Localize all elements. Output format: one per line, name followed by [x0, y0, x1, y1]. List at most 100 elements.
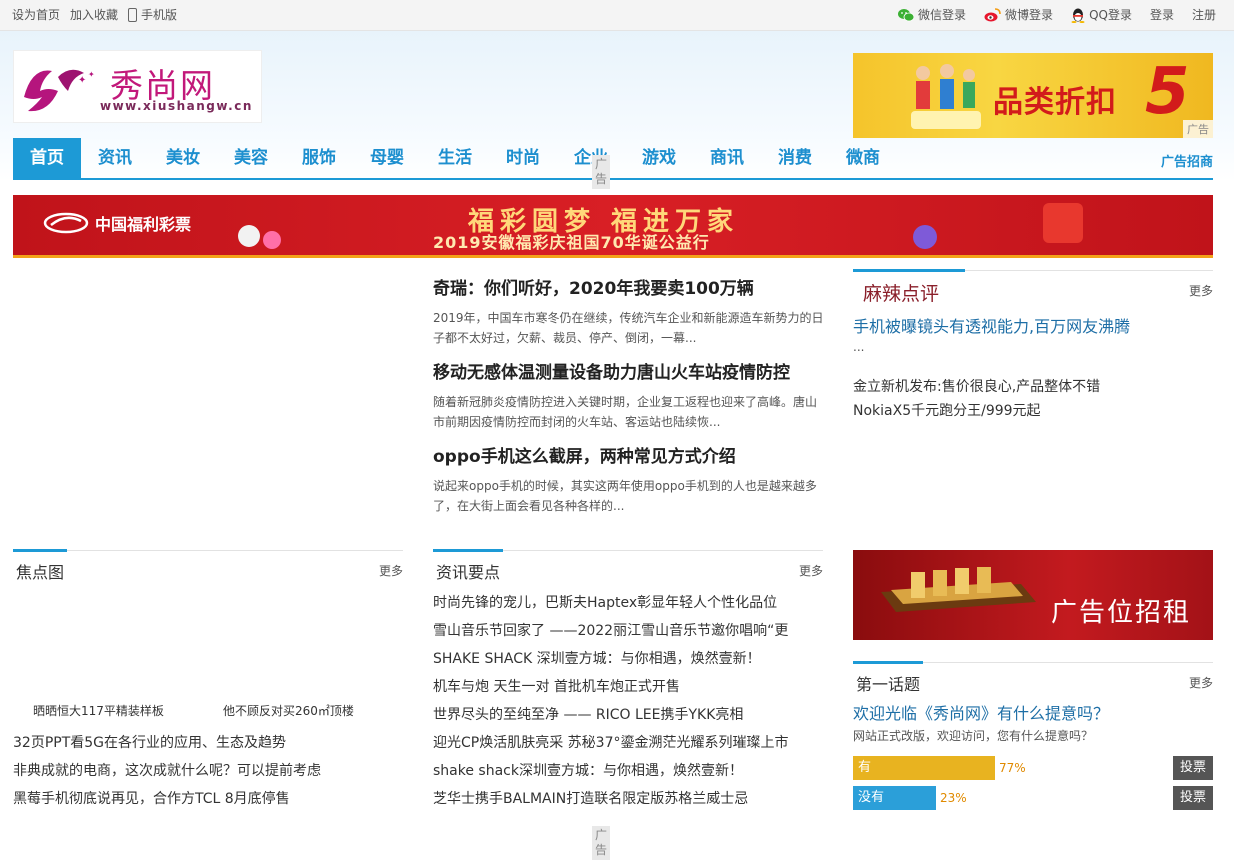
- poll-option-percent: 77%: [999, 761, 1026, 775]
- floating-ad-tag-bottom[interactable]: 广告: [592, 826, 610, 860]
- nav-games[interactable]: 游戏: [625, 138, 693, 178]
- nav-business[interactable]: 商讯: [693, 138, 761, 178]
- logo-url: www.xiushangw.cn: [100, 99, 253, 113]
- review-more-link[interactable]: 更多: [1189, 282, 1213, 299]
- nav-clothing[interactable]: 服饰: [285, 138, 353, 178]
- focus-caption[interactable]: 他不顾反对买260㎡顶楼: [223, 702, 354, 719]
- info-title: 资讯要点: [436, 563, 501, 582]
- nav-news[interactable]: 资讯: [81, 138, 149, 178]
- lottery-ball-icon: [913, 225, 937, 249]
- lottery-logo-icon: [43, 212, 89, 234]
- review-headline[interactable]: 手机被曝镜头有透视能力,百万网友沸腾: [853, 313, 1130, 337]
- floating-ad-tag[interactable]: 广告: [592, 155, 610, 189]
- nav-life[interactable]: 生活: [421, 138, 489, 178]
- focus-caption[interactable]: 晒晒恒大117平精装样板: [33, 702, 164, 719]
- vote-button[interactable]: 投票: [1173, 756, 1213, 780]
- mobile-link-label: 手机版: [141, 8, 178, 22]
- info-link[interactable]: 迎光CP焕活肌肤亮采 苏秘37°鎏金溯茫光耀系列璀璨上市: [433, 732, 823, 752]
- news-title[interactable]: 奇瑞：你们听好，2020年我要卖100万辆: [433, 278, 825, 300]
- review-link[interactable]: NokiaX5千元跑分王/999元起: [853, 400, 1213, 420]
- login-link[interactable]: 登录: [1150, 6, 1174, 23]
- ad-people-illustration: [911, 64, 981, 129]
- news-summary: 2019年，中国车市寒冬仍在继续，传统汽车企业和新能源造车新势力的日子都不太好过…: [433, 311, 824, 345]
- weibo-icon: [984, 7, 1001, 21]
- nav-home[interactable]: 首页: [13, 138, 81, 178]
- focus-link[interactable]: 非典成就的电商，这次成就什么呢？可以提前考虑: [13, 760, 403, 780]
- ad-space-banner[interactable]: 广告位招租: [853, 550, 1213, 640]
- lottery-ball-icon: [238, 225, 260, 247]
- wechat-login-label: 微信登录: [918, 8, 967, 22]
- vote-button[interactable]: 投票: [1173, 786, 1213, 810]
- lottery-ball-icon: [263, 231, 281, 249]
- nav-maternal[interactable]: 母婴: [353, 138, 421, 178]
- info-link[interactable]: 雪山音乐节回家了 ——2022丽江雪山音乐节邀你唱响“更: [433, 620, 823, 640]
- phone-icon: [128, 7, 138, 22]
- svg-text:✦: ✦: [88, 70, 95, 79]
- nav-consumer[interactable]: 消费: [761, 138, 829, 178]
- top-bar-right: 微信登录 微博登录 QQ登录 登录 注册: [898, 6, 1216, 23]
- review-ellipsis: ...: [853, 340, 865, 354]
- info-link[interactable]: 时尚先锋的宠儿，巴斯夫Haptex彰显年轻人个性化品位: [433, 592, 823, 612]
- top-ad-number: 5: [1145, 55, 1190, 129]
- poll-more-link[interactable]: 更多: [1189, 674, 1213, 691]
- gold-box-illustration: [881, 567, 1036, 612]
- focus-section-header: 焦点图 更多: [13, 549, 403, 582]
- ad-space-text: 广告位招租: [1050, 598, 1191, 628]
- section-accent-bar: [853, 269, 965, 272]
- register-link[interactable]: 注册: [1192, 6, 1216, 23]
- news-article: 奇瑞：你们听好，2020年我要卖100万辆 2019年，中国车市寒冬仍在继续，传…: [433, 278, 825, 348]
- nav-makeup[interactable]: 美妆: [149, 138, 217, 178]
- main-nav: 首页 资讯 美妆 美容 服饰 母婴 生活 时尚 企业 游戏 商讯 消费 微商 广…: [13, 138, 1213, 180]
- nav-fashion[interactable]: 时尚: [489, 138, 557, 178]
- top-bar-left: 设为首页 加入收藏 手机版: [12, 6, 177, 23]
- mobile-link[interactable]: 手机版: [128, 6, 177, 23]
- news-title[interactable]: oppo手机这么截屏，两种常见方式介绍: [433, 446, 825, 468]
- qq-login-link[interactable]: QQ登录: [1071, 6, 1132, 23]
- lottery-logo-text: 中国福利彩票: [95, 215, 192, 234]
- focus-link[interactable]: 32页PPT看5G在各行业的应用、生态及趋势: [13, 732, 403, 752]
- poll-section-header: 第一话题 更多: [853, 661, 1213, 694]
- nav-enterprise[interactable]: 企业: [557, 138, 625, 178]
- review-title: 麻辣点评: [863, 283, 940, 305]
- info-more-link[interactable]: 更多: [799, 562, 823, 579]
- news-title[interactable]: 移动无感体温测量设备助力唐山火车站疫情防控: [433, 362, 825, 384]
- wechat-icon: [898, 8, 915, 21]
- nav-beauty[interactable]: 美容: [217, 138, 285, 178]
- gift-box-icon: [1043, 203, 1083, 243]
- info-link[interactable]: 机车与炮 天生一对 首批机车炮正式开售: [433, 676, 823, 696]
- qq-penguin-icon: [1071, 8, 1085, 23]
- set-homepage-link[interactable]: 设为首页: [12, 6, 60, 23]
- svg-text:✦: ✦: [78, 75, 86, 86]
- headline-news: 奇瑞：你们听好，2020年我要卖100万辆 2019年，中国车市寒冬仍在继续，传…: [433, 278, 825, 530]
- info-link[interactable]: 世界尽头的至纯至净 —— RICO LEE携手YKK亮相: [433, 704, 823, 724]
- news-article: 移动无感体温测量设备助力唐山火车站疫情防控 随着新冠肺炎疫情防控进入关键时期，企…: [433, 362, 825, 432]
- section-accent-bar: [853, 661, 923, 664]
- site-logo[interactable]: ✦ ✦ 秀尚网 www.xiushangw.cn: [13, 50, 262, 123]
- top-ad-slogan: 品类折扣: [993, 85, 1117, 120]
- news-summary: 随着新冠肺炎疫情防控进入关键时期，企业复工返程也迎来了高峰。唐山市前期因疫情防控…: [433, 395, 818, 429]
- wechat-login-link[interactable]: 微信登录: [898, 6, 966, 23]
- poll-question[interactable]: 欢迎光临《秀尚网》有什么提意吗？: [853, 700, 1109, 724]
- add-favorite-link[interactable]: 加入收藏: [70, 6, 118, 23]
- logo-mark-icon: ✦ ✦: [24, 69, 95, 112]
- top-banner-ad[interactable]: 品类折扣 5 广告: [853, 53, 1213, 138]
- focus-more-link[interactable]: 更多: [379, 562, 403, 579]
- weibo-login-label: 微博登录: [1005, 8, 1054, 22]
- focus-link[interactable]: 黑莓手机彻底说再见，合作方TCL 8月底停售: [13, 788, 403, 808]
- top-ad-tag: 广告: [1183, 120, 1213, 138]
- section-accent-bar: [13, 549, 67, 552]
- nav-wechat-business[interactable]: 微商: [829, 138, 897, 178]
- info-section-header: 资讯要点 更多: [433, 549, 823, 582]
- ad-recruit-link[interactable]: 广告招商: [1161, 151, 1213, 170]
- news-summary: 说起来oppo手机的时候，其实这两年使用oppo手机到的人也是越来越多了，在大街…: [433, 479, 817, 513]
- weibo-login-link[interactable]: 微博登录: [984, 6, 1053, 23]
- news-article: oppo手机这么截屏，两种常见方式介绍 说起来oppo手机的时候，其实这两年使用…: [433, 446, 825, 516]
- lottery-banner-ad[interactable]: 中国福利彩票 福彩圆梦 福进万家 2019安徽福彩庆祖国70华诞公益行: [13, 195, 1213, 258]
- top-bar: 设为首页 加入收藏 手机版 微信登录 微博登录 QQ登录 登录 注册: [0, 0, 1234, 31]
- info-link[interactable]: shake shack深圳壹方城：与你相遇，焕然壹新！: [433, 760, 823, 780]
- poll-option-bar: 有: [853, 756, 995, 780]
- info-link[interactable]: 芝华士携手BALMAIN打造联名限定版苏格兰威士忌: [433, 788, 823, 808]
- review-link[interactable]: 金立新机发布:售价很良心,产品整体不错: [853, 376, 1213, 396]
- poll-description: 网站正式改版，欢迎访问，您有什么提意吗？: [853, 729, 1094, 743]
- info-link[interactable]: SHAKE SHACK 深圳壹方城：与你相遇，焕然壹新！: [433, 648, 823, 668]
